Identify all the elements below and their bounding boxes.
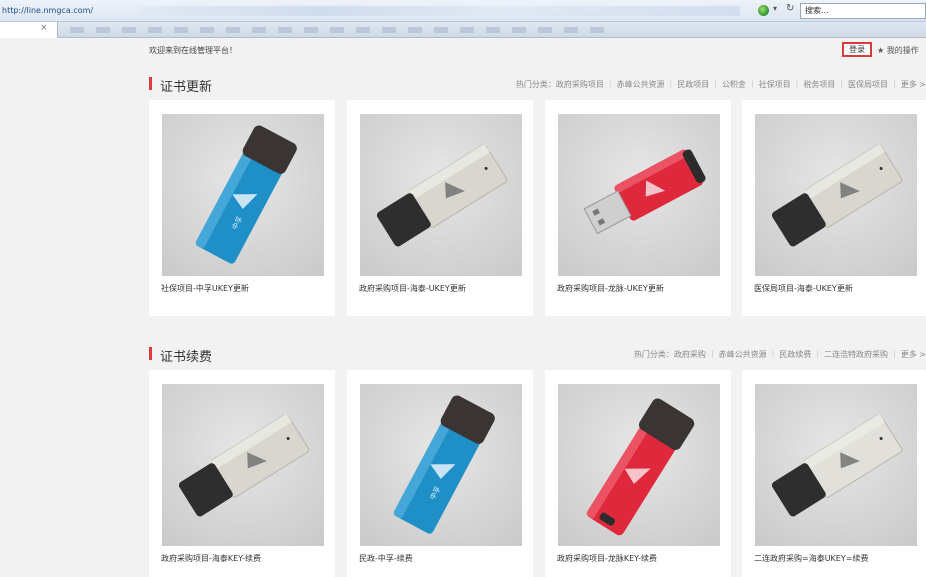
usb-key-illustration <box>583 149 706 235</box>
browser-logo-icon <box>758 5 769 16</box>
login-button[interactable]: 登录 <box>842 42 872 57</box>
product-card[interactable]: 政府采购项目-龙脉-UKEY更新 <box>545 100 731 316</box>
bookmarks-blurred-area <box>70 27 610 33</box>
category-separator: | <box>771 349 775 358</box>
product-card[interactable]: 中孚 社保项目-中孚UKEY更新 <box>149 100 335 316</box>
dropdown-arrow-icon[interactable]: ▾ <box>773 4 777 13</box>
usb-key-illustration <box>376 143 508 247</box>
category-link[interactable]: 更多 > <box>901 79 926 90</box>
section-accent-bar <box>149 77 152 90</box>
category-separator: | <box>669 79 673 88</box>
toolbar-blurred-area <box>140 6 740 16</box>
page-content: 欢迎来到在线管理平台！ 登录 ★ 我的操作 证书更新 热门分类： 政府采购项目 | 赤… <box>0 39 926 577</box>
product-title[interactable]: 社保项目-中孚UKEY更新 <box>161 283 249 294</box>
tab-strip: × <box>0 22 926 38</box>
product-title[interactable]: 政府采购项目-海泰KEY-续费 <box>161 553 261 564</box>
category-separator: | <box>893 79 896 88</box>
category-link[interactable]: 赤峰公共资源 <box>719 349 767 360</box>
hot-categories-label: 热门分类： <box>633 350 674 359</box>
category-link[interactable]: 医保局项目 <box>848 79 888 90</box>
category-link[interactable]: 公积金 <box>722 79 746 90</box>
product-image[interactable] <box>755 114 917 276</box>
category-separator: | <box>714 79 717 88</box>
category-list: 热门分类： 政府采购项目 | 赤峰公共资源 | 民政项目 | 公积金 | 社保项目 | 税务项目 | 医保… <box>516 79 926 90</box>
search-input[interactable]: 搜索... <box>800 3 926 19</box>
product-image[interactable]: 中孚 <box>162 114 324 276</box>
product-card[interactable]: 中孚 民政-中孚-续费 <box>347 370 533 577</box>
section-accent-bar <box>149 347 152 360</box>
section-header-fee: 证书续费 热门分类： 政府采购 | 赤峰公共资源 | 民政续费 | 二连浩特政府采购 | 更多 > <box>149 346 926 365</box>
product-image[interactable]: 中孚 <box>360 384 522 546</box>
product-title[interactable]: 政府采购项目-龙脉KEY-续费 <box>557 553 657 564</box>
usb-key-illustration <box>586 398 695 536</box>
usb-key-illustration <box>771 143 903 247</box>
category-separator: | <box>750 79 754 88</box>
product-title[interactable]: 政府采购项目-海泰-UKEY更新 <box>359 283 466 294</box>
product-image[interactable] <box>162 384 324 546</box>
product-card[interactable]: 政府采购项目-海泰KEY-续费 <box>149 370 335 577</box>
usb-key-illustration: 中孚 <box>393 395 495 534</box>
category-link[interactable]: 税务项目 <box>803 79 835 90</box>
category-list: 热门分类： 政府采购 | 赤峰公共资源 | 民政续费 | 二连浩特政府采购 | 更多 > <box>634 349 926 360</box>
category-link[interactable]: 二连浩特政府采购 <box>824 349 888 360</box>
category-link[interactable]: 民政项目 <box>677 79 709 90</box>
section-title: 证书更新 <box>160 80 213 95</box>
category-link[interactable]: 政府采购项目 <box>556 79 604 90</box>
product-title[interactable]: 民政-中孚-续费 <box>359 553 413 564</box>
usb-key-illustration <box>771 413 903 517</box>
category-link[interactable]: 更多 > <box>901 349 926 360</box>
usb-key-illustration: 中孚 <box>195 125 297 264</box>
product-title[interactable]: 二连政府采购=海泰UKEY=续费 <box>754 553 868 564</box>
product-image[interactable] <box>360 114 522 276</box>
reload-icon[interactable]: ↻ <box>786 3 794 14</box>
category-separator: | <box>893 349 896 358</box>
product-card[interactable]: 政府采购项目-龙脉KEY-续费 <box>545 370 731 577</box>
my-operations-link[interactable]: ★ 我的操作 <box>877 45 919 56</box>
product-title[interactable]: 医保局项目-海泰-UKEY更新 <box>754 283 853 294</box>
section-title: 证书续费 <box>160 350 213 365</box>
hot-categories-label: 热门分类： <box>515 80 556 89</box>
welcome-text: 欢迎来到在线管理平台！ <box>149 46 237 55</box>
category-separator: | <box>795 79 799 88</box>
browser-toolbar: http://line.nmgca.com/ ▾ ↻ 搜索... <box>0 0 926 22</box>
category-separator: | <box>816 349 820 358</box>
product-card[interactable]: 二连政府采购=海泰UKEY=续费 <box>742 370 926 577</box>
close-icon[interactable]: × <box>40 23 48 33</box>
browser-tab[interactable]: × <box>0 22 58 38</box>
product-card[interactable]: 医保局项目-海泰-UKEY更新 <box>742 100 926 316</box>
usb-key-illustration <box>178 413 310 517</box>
product-image[interactable] <box>558 384 720 546</box>
category-link[interactable]: 赤峰公共资源 <box>617 79 665 90</box>
address-bar[interactable]: http://line.nmgca.com/ <box>0 4 130 18</box>
section-header-renewal: 证书更新 热门分类： 政府采购项目 | 赤峰公共资源 | 民政项目 | 公积金 | 社保项目 | 税务… <box>149 76 926 95</box>
category-separator: | <box>840 79 844 88</box>
category-link[interactable]: 民政续费 <box>779 349 811 360</box>
category-separator: | <box>608 79 612 88</box>
product-image[interactable] <box>755 384 917 546</box>
product-image[interactable] <box>558 114 720 276</box>
product-title[interactable]: 政府采购项目-龙脉-UKEY更新 <box>557 283 664 294</box>
category-link[interactable]: 社保项目 <box>759 79 791 90</box>
product-card[interactable]: 政府采购项目-海泰-UKEY更新 <box>347 100 533 316</box>
category-link[interactable]: 政府采购 <box>674 349 706 360</box>
category-separator: | <box>710 349 714 358</box>
